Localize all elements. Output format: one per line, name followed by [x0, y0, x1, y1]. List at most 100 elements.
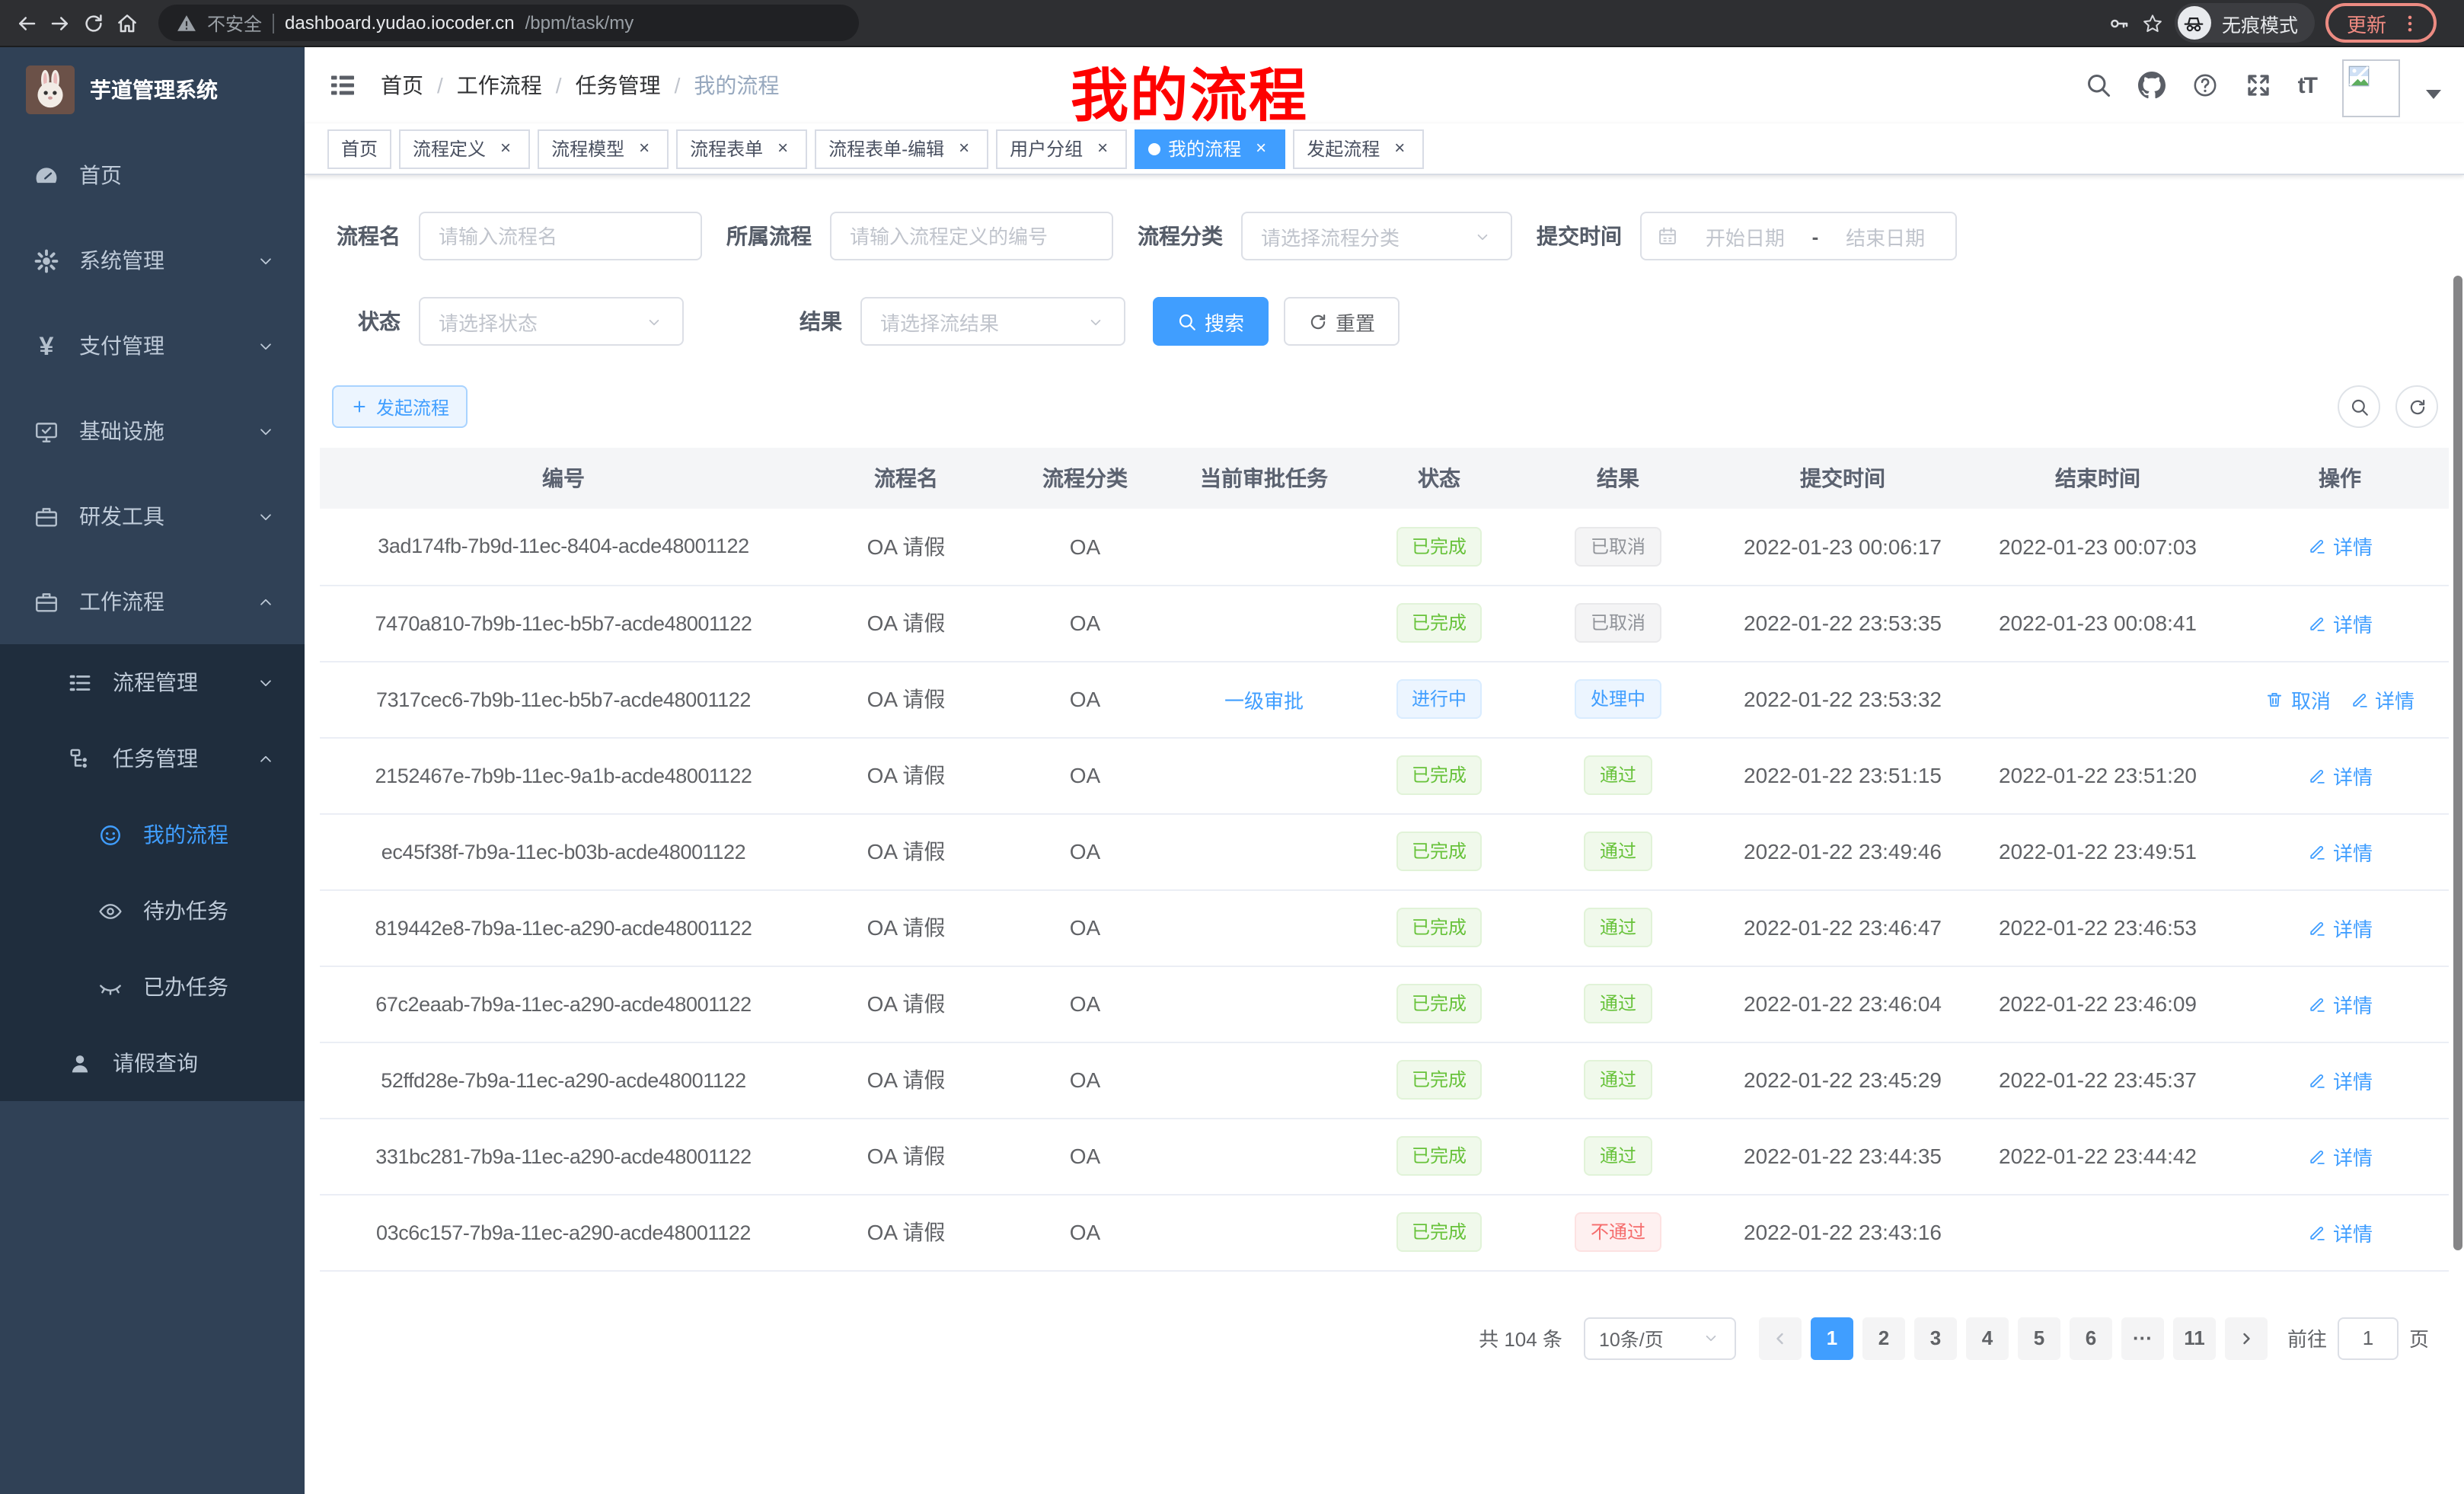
detail-link[interactable]: 详情	[2307, 989, 2373, 1018]
refresh-table-button[interactable]	[2395, 385, 2438, 428]
sidebar-item-home[interactable]: 首页	[0, 132, 305, 218]
security-label[interactable]: 不安全	[207, 10, 262, 36]
cell-process-name: OA 请假	[807, 1042, 1005, 1118]
browser-forward-icon[interactable]	[49, 11, 72, 34]
detail-link[interactable]: 详情	[2307, 913, 2373, 942]
tab-process-model[interactable]: 流程模型×	[538, 129, 669, 168]
page-ellipsis[interactable]: ···	[2121, 1317, 2164, 1359]
page-button-3[interactable]: 3	[1914, 1317, 1957, 1359]
total-count: 共 104 条	[1479, 1323, 1562, 1352]
start-process-button[interactable]: 发起流程	[332, 385, 468, 428]
detail-link[interactable]: 详情	[2307, 532, 2373, 561]
tab-my-process[interactable]: 我的流程×	[1135, 129, 1285, 168]
font-size-icon[interactable]: tT	[2298, 72, 2316, 98]
sidebar-item-infrastructure[interactable]: 基础设施	[0, 388, 305, 474]
sidebar-item-my-process[interactable]: 我的流程	[0, 796, 305, 873]
sidebar-toggle-icon[interactable]	[327, 70, 358, 101]
edit-icon	[2349, 689, 2369, 709]
breadcrumb-item[interactable]: 工作流程	[457, 70, 542, 101]
close-icon[interactable]: ×	[1389, 138, 1410, 159]
filter-status-select[interactable]: 请选择状态	[419, 297, 684, 346]
github-icon[interactable]	[2138, 72, 2166, 99]
filter-submit-time: 提交时间 开始日期 - 结束日期	[1512, 212, 1957, 260]
tab-label: 用户分组	[1010, 136, 1083, 161]
close-icon[interactable]: ×	[495, 138, 516, 159]
sidebar-item-system-mgmt[interactable]: 系统管理	[0, 218, 305, 303]
browser-reload-icon[interactable]	[82, 11, 105, 34]
cancel-link[interactable]: 取消	[2265, 685, 2331, 713]
sidebar-item-todo-tasks[interactable]: 待办任务	[0, 873, 305, 949]
filter-category-select[interactable]: 请选择流程分类	[1241, 212, 1512, 260]
sidebar-item-done-tasks[interactable]: 已办任务	[0, 949, 305, 1025]
tab-process-form-edit[interactable]: 流程表单-编辑×	[815, 129, 988, 168]
breadcrumb-item[interactable]: 首页	[381, 70, 423, 101]
close-icon[interactable]: ×	[1250, 138, 1272, 159]
hide-search-button[interactable]	[2338, 385, 2380, 428]
header-search-icon[interactable]	[2085, 72, 2112, 99]
tab-process-definition[interactable]: 流程定义×	[399, 129, 530, 168]
detail-link[interactable]: 详情	[2307, 1065, 2373, 1094]
avatar[interactable]	[2342, 59, 2400, 117]
tab-home[interactable]: 首页	[327, 129, 391, 168]
close-icon[interactable]: ×	[634, 138, 655, 159]
password-manager-icon[interactable]	[2108, 11, 2130, 34]
browser-home-icon[interactable]	[116, 11, 139, 34]
page-button-1[interactable]: 1	[1811, 1317, 1853, 1359]
sidebar-item-label: 支付管理	[79, 330, 164, 361]
bookmark-star-icon[interactable]	[2141, 11, 2164, 34]
prev-page-button[interactable]	[1759, 1317, 1802, 1359]
tab-process-form[interactable]: 流程表单×	[676, 129, 807, 168]
goto-page-input[interactable]	[2338, 1317, 2399, 1359]
cell-process-name: OA 请假	[807, 737, 1005, 813]
app-logo-row[interactable]: 芋道管理系统	[0, 47, 305, 132]
filter-submit-time-range[interactable]: 开始日期 - 结束日期	[1640, 212, 1957, 260]
scrollbar-thumb[interactable]	[2453, 276, 2462, 1250]
detail-link[interactable]: 详情	[2349, 685, 2415, 713]
fullscreen-icon[interactable]	[2245, 72, 2272, 99]
detail-link[interactable]: 详情	[2307, 837, 2373, 866]
page-size-select[interactable]: 10条/页	[1584, 1317, 1736, 1359]
page-button-5[interactable]: 5	[2018, 1317, 2060, 1359]
detail-link[interactable]: 详情	[2307, 761, 2373, 790]
cell-result: 已取消	[1515, 585, 1721, 661]
browser-back-icon[interactable]	[15, 11, 38, 34]
sidebar-item-payment-mgmt[interactable]: ¥支付管理	[0, 303, 305, 388]
tab-start-process[interactable]: 发起流程×	[1293, 129, 1424, 168]
browser-menu-icon[interactable]	[2400, 13, 2420, 33]
breadcrumb-item[interactable]: 任务管理	[576, 70, 661, 101]
filter-result-select[interactable]: 请选择流结果	[860, 297, 1125, 346]
reset-button[interactable]: 重置	[1284, 297, 1400, 346]
calendar-icon	[1657, 225, 1678, 247]
current-task-link[interactable]: 一级审批	[1224, 685, 1304, 713]
search-button[interactable]: 搜索	[1153, 297, 1269, 346]
detail-link[interactable]: 详情	[2307, 1141, 2373, 1170]
filter-result: 结果 请选择流结果	[751, 297, 1125, 346]
detail-link[interactable]: 详情	[2307, 1218, 2373, 1247]
sidebar-item-process-mgmt[interactable]: 流程管理	[0, 644, 305, 720]
sidebar-item-leave-query[interactable]: 请假查询	[0, 1025, 305, 1101]
filter-name-input[interactable]	[419, 212, 702, 260]
close-icon[interactable]: ×	[772, 138, 793, 159]
tab-user-group[interactable]: 用户分组 ×	[996, 129, 1127, 168]
table-row: ec45f38f-7b9a-11ec-b03b-acde48001122OA 请…	[320, 813, 2449, 889]
close-icon[interactable]: ×	[953, 138, 975, 159]
page-button-11[interactable]: 11	[2173, 1317, 2216, 1359]
sidebar-item-dev-tools[interactable]: 研发工具	[0, 474, 305, 559]
help-icon[interactable]	[2191, 72, 2219, 99]
breadcrumb-separator: /	[675, 73, 681, 97]
browser-update-button[interactable]: 更新	[2325, 3, 2437, 43]
sidebar-item-task-mgmt[interactable]: 任务管理	[0, 720, 305, 796]
filter-definition-input[interactable]	[830, 212, 1113, 260]
next-page-button[interactable]	[2225, 1317, 2268, 1359]
page-button-2[interactable]: 2	[1862, 1317, 1905, 1359]
cell-end-time: 2022-01-23 00:07:03	[1964, 509, 2231, 585]
detail-link[interactable]: 详情	[2307, 608, 2373, 637]
sidebar-item-workflow[interactable]: 工作流程	[0, 559, 305, 644]
user-menu-caret-icon[interactable]	[2426, 90, 2441, 99]
column-header: 编号	[320, 448, 807, 509]
page-button-6[interactable]: 6	[2070, 1317, 2112, 1359]
chevron-up-icon	[256, 592, 276, 611]
page-button-4[interactable]: 4	[1966, 1317, 2009, 1359]
close-icon[interactable]: ×	[1092, 138, 1113, 159]
address-bar[interactable]: 不安全 dashboard.yudao.iocoder.cn/bpm/task/…	[158, 5, 859, 41]
